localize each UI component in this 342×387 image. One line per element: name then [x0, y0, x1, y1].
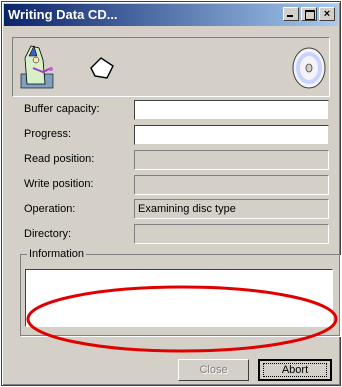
- writing-data-cd-dialog: Writing Data CD... × Buffer capacity: Pr…: [1, 1, 341, 386]
- annotation-overlay: [26, 285, 338, 353]
- annotation-ellipse: [26, 285, 338, 353]
- abort-button[interactable]: Abort: [258, 359, 332, 381]
- close-button[interactable]: Close: [178, 359, 249, 381]
- abort-button-label: Abort: [281, 364, 309, 376]
- close-button-label: Close: [199, 364, 228, 376]
